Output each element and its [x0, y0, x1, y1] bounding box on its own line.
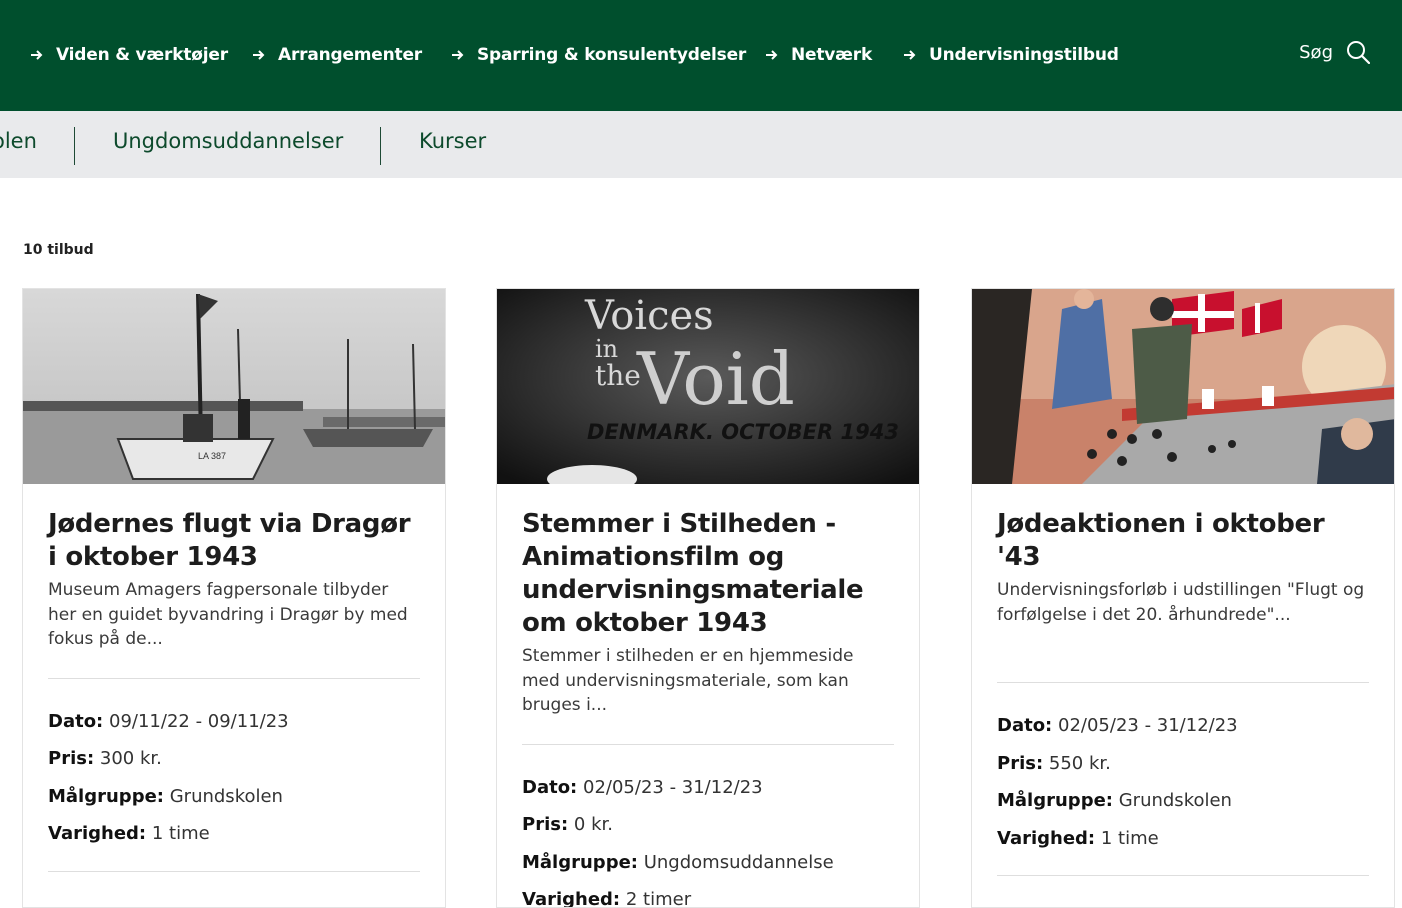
divider — [997, 682, 1369, 683]
nav-item-label: Netværk — [791, 45, 872, 65]
meta-audience-value: Grundskolen — [170, 786, 283, 807]
meta-price-value: 300 kr. — [100, 748, 162, 769]
meta-price: Pris: 300 kr. — [48, 740, 420, 778]
subnav-divider — [380, 127, 381, 165]
card-title: Jødernes flugt via Dragør i oktober 1943 — [48, 508, 420, 574]
card-meta: Dato: 09/11/22 - 09/11/23 Pris: 300 kr. … — [48, 703, 420, 853]
main-navigation: Viden & værktøjer Arrangementer Sparring… — [0, 0, 1402, 111]
meta-price: Pris: 550 kr. — [997, 745, 1369, 783]
meta-audience-label: Målgruppe: — [522, 852, 638, 873]
meta-duration: Varighed: 1 time — [48, 815, 420, 853]
arrow-right-icon — [30, 48, 44, 62]
meta-date-value: 09/11/22 - 09/11/23 — [109, 711, 289, 732]
meta-date-value: 02/05/23 - 31/12/23 — [583, 777, 763, 798]
poster-void: Void — [636, 337, 795, 421]
meta-price-label: Pris: — [522, 814, 568, 835]
nav-item-label: Arrangementer — [278, 45, 422, 65]
card-description: Museum Amagers fagpersonale tilbyder her… — [48, 578, 420, 652]
meta-date: Dato: 09/11/22 - 09/11/23 — [48, 703, 420, 741]
arrow-right-icon — [451, 48, 465, 62]
meta-date: Dato: 02/05/23 - 31/12/23 — [522, 769, 894, 807]
nav-item-netvaerk[interactable]: Netværk — [765, 41, 872, 69]
meta-date: Dato: 02/05/23 - 31/12/23 — [997, 707, 1369, 745]
meta-audience: Målgruppe: Ungdomsuddannelse — [522, 844, 894, 882]
card-image-voices-in-the-void: Voices in the Void DENMARK. OCTOBER 1943 — [497, 289, 919, 484]
card-image-illustration — [972, 289, 1394, 484]
meta-duration-label: Varighed: — [997, 828, 1095, 849]
poster-voices: Voices — [584, 293, 714, 339]
boat-number: LA 387 — [198, 451, 226, 461]
search-button[interactable]: Søg — [1299, 40, 1370, 64]
card-meta: Dato: 02/05/23 - 31/12/23 Pris: 0 kr. Må… — [522, 769, 894, 908]
arrow-right-icon — [252, 48, 266, 62]
card-title: Stemmer i Stilheden - Animationsfilm og … — [522, 508, 894, 640]
meta-price-value: 0 kr. — [574, 814, 613, 835]
card-image-harbor: LA 387 — [23, 289, 445, 484]
meta-duration-label: Varighed: — [522, 889, 620, 908]
meta-duration: Varighed: 1 time — [997, 820, 1369, 858]
meta-date-label: Dato: — [997, 715, 1052, 736]
nav-item-sparring[interactable]: Sparring & konsulentydelser — [451, 41, 746, 69]
meta-audience-value: Grundskolen — [1119, 790, 1232, 811]
arrow-right-icon — [903, 48, 917, 62]
divider — [48, 871, 420, 872]
meta-audience-value: Ungdomsuddannelse — [644, 852, 834, 873]
meta-duration: Varighed: 2 timer — [522, 881, 894, 908]
subnav-divider — [74, 127, 75, 165]
card-description: Undervisningsforløb i udstillingen "Flug… — [997, 578, 1369, 656]
subnav-item-grundskolen[interactable]: olen — [0, 129, 37, 153]
meta-price-value: 550 kr. — [1049, 753, 1111, 774]
meta-date-label: Dato: — [48, 711, 103, 732]
meta-audience-label: Målgruppe: — [997, 790, 1113, 811]
result-count: 10 tilbud — [23, 242, 94, 258]
nav-item-viden[interactable]: Viden & værktøjer — [30, 41, 228, 69]
nav-item-arrangementer[interactable]: Arrangementer — [252, 41, 422, 69]
meta-audience: Målgruppe: Grundskolen — [997, 782, 1369, 820]
meta-price-label: Pris: — [997, 753, 1043, 774]
divider — [522, 744, 894, 745]
meta-duration-value: 2 timer — [626, 889, 691, 908]
meta-price: Pris: 0 kr. — [522, 806, 894, 844]
offer-card[interactable]: LA 387 Jødernes flugt via Dragør i oktob… — [22, 288, 446, 908]
poster-subtitle: DENMARK. OCTOBER 1943 — [587, 420, 899, 444]
arrow-right-icon — [765, 48, 779, 62]
search-icon — [1346, 40, 1370, 64]
search-label: Søg — [1299, 42, 1333, 63]
offer-card[interactable]: Voices in the Void DENMARK. OCTOBER 1943… — [496, 288, 920, 908]
subnav-item-ungdomsuddannelser[interactable]: Ungdomsuddannelser — [113, 129, 343, 153]
meta-date-value: 02/05/23 - 31/12/23 — [1058, 715, 1238, 736]
card-meta: Dato: 02/05/23 - 31/12/23 Pris: 550 kr. … — [997, 707, 1369, 857]
poster-the: the — [595, 359, 641, 392]
offer-card[interactable]: Jødeaktionen i oktober '43 Undervisnings… — [971, 288, 1395, 908]
divider — [48, 678, 420, 679]
meta-price-label: Pris: — [48, 748, 94, 769]
nav-item-undervisningstilbud[interactable]: Undervisningstilbud — [903, 41, 1119, 69]
nav-item-label: Viden & værktøjer — [56, 45, 228, 65]
card-title: Jødeaktionen i oktober '43 — [997, 508, 1369, 574]
meta-date-label: Dato: — [522, 777, 577, 798]
meta-audience-label: Målgruppe: — [48, 786, 164, 807]
divider — [997, 875, 1369, 876]
meta-audience: Målgruppe: Grundskolen — [48, 778, 420, 816]
subnav-item-kurser[interactable]: Kurser — [419, 129, 486, 153]
meta-duration-label: Varighed: — [48, 823, 146, 844]
nav-item-label: Sparring & konsulentydelser — [477, 45, 746, 65]
sub-navigation: olen Ungdomsuddannelser Kurser — [0, 111, 1402, 178]
nav-item-label: Undervisningstilbud — [929, 45, 1119, 65]
card-description: Stemmer i stilheden er en hjemmeside med… — [522, 644, 894, 718]
meta-duration-value: 1 time — [152, 823, 210, 844]
meta-duration-value: 1 time — [1101, 828, 1159, 849]
